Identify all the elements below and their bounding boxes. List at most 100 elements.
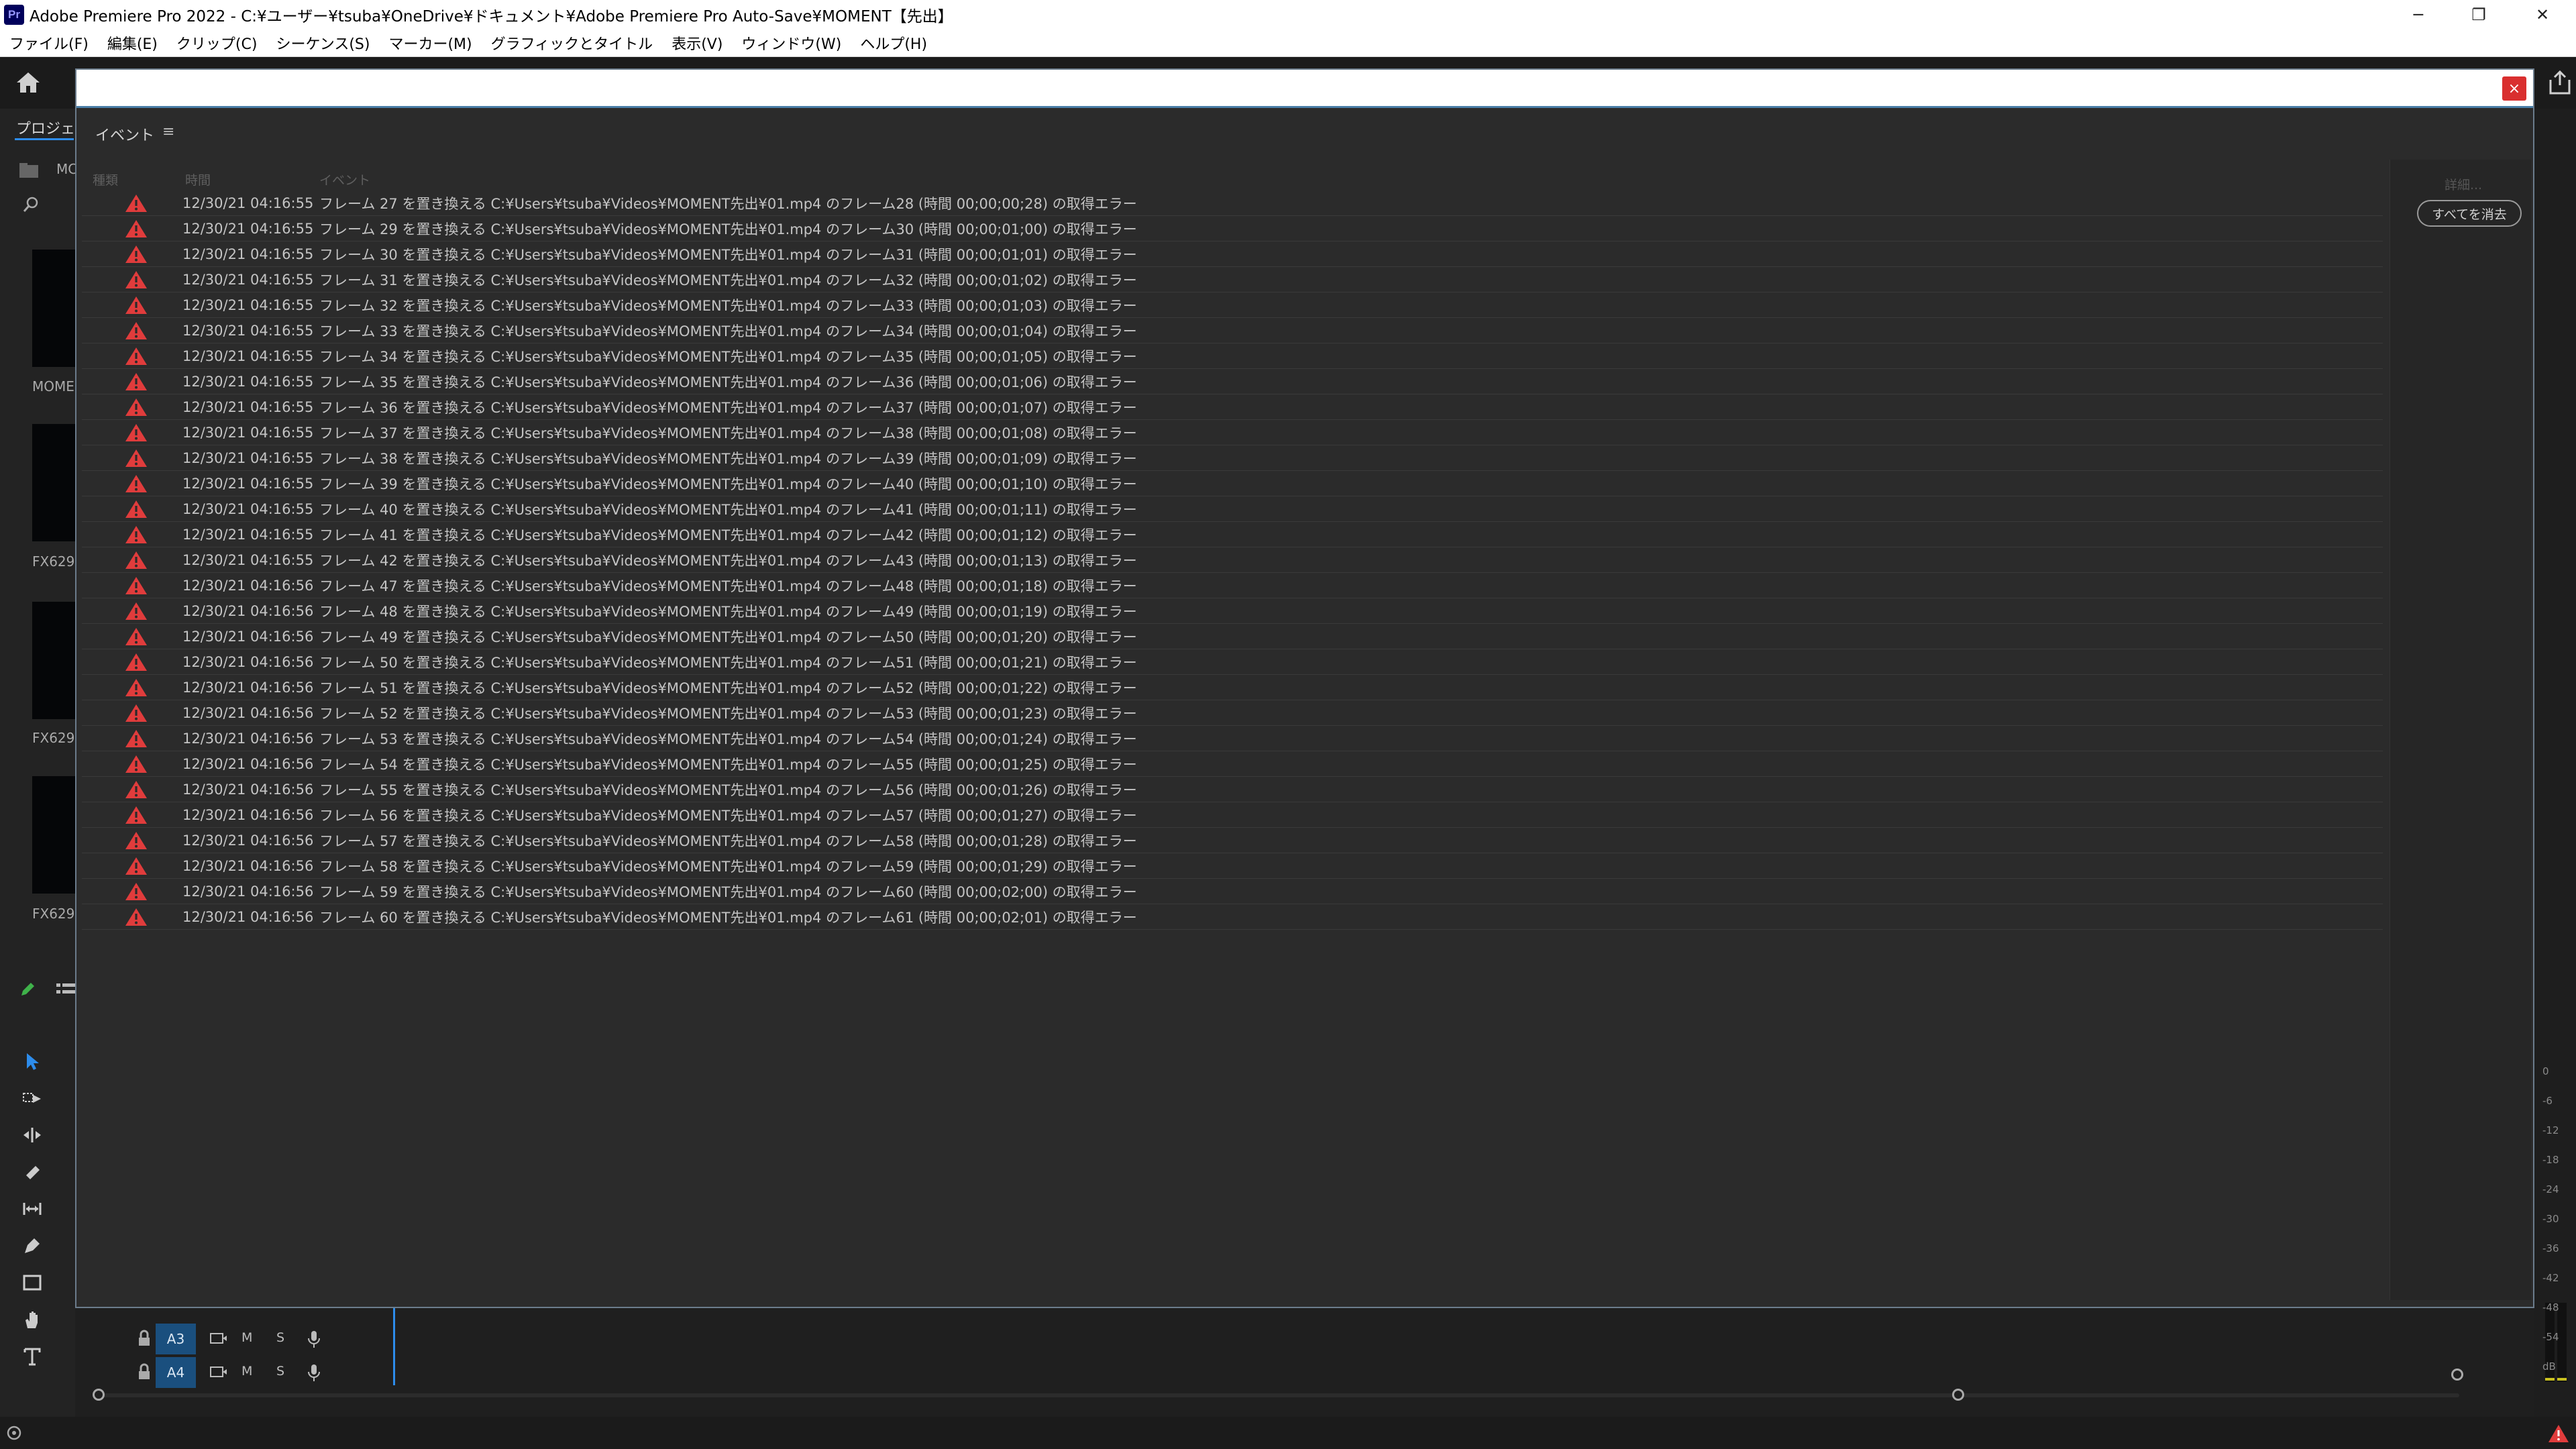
event-row[interactable]: 12/30/21 04:16:56 フレーム 51 を置き換える C:¥Users… [82, 675, 2383, 700]
vertical-zoom-handle[interactable] [2451, 1368, 2463, 1381]
mute-button[interactable]: M [241, 1330, 252, 1345]
event-row[interactable]: 12/30/21 04:16:56 フレーム 54 を置き換える C:¥Users… [82, 751, 2383, 777]
panel-title[interactable]: イベント [95, 123, 154, 145]
project-panel: プロジェ MC MOMEN FX6294 FX6294 FX6293 [0, 109, 85, 1417]
event-row[interactable]: 12/30/21 04:16:55 フレーム 32 を置き換える C:¥Users… [82, 292, 2383, 318]
event-row[interactable]: 12/30/21 04:16:55 フレーム 29 を置き換える C:¥Users… [82, 216, 2383, 241]
menu-item[interactable]: ウィンドウ(W) [732, 32, 851, 54]
event-message: フレーム 60 を置き換える C:¥Users¥tsuba¥Videos¥MOM… [319, 909, 1137, 926]
panel-menu-icon[interactable]: ≡ [162, 123, 174, 140]
event-row[interactable]: 12/30/21 04:16:56 フレーム 59 を置き換える C:¥Users… [82, 879, 2383, 904]
ripple-edit-tool-icon[interactable] [19, 1122, 46, 1148]
clear-all-button[interactable]: すべてを消去 [2417, 200, 2522, 227]
sync-lock-icon[interactable] [209, 1365, 227, 1379]
timeline-scrollbar[interactable] [98, 1393, 2459, 1397]
column-header-event[interactable]: イベント [319, 170, 370, 189]
event-message: フレーム 39 を置き換える C:¥Users¥tsuba¥Videos¥MOM… [319, 476, 1137, 492]
track-id[interactable]: A4 [156, 1357, 196, 1388]
clip-thumbnail[interactable] [32, 250, 75, 367]
minimize-button[interactable]: ─ [2388, 0, 2449, 30]
restore-button[interactable]: ❐ [2449, 0, 2509, 30]
event-row[interactable]: 12/30/21 04:16:56 フレーム 49 を置き換える C:¥Users… [82, 624, 2383, 649]
dialog-titlebar[interactable]: × [76, 70, 2533, 106]
microphone-icon[interactable] [307, 1364, 321, 1383]
track-select-tool-icon[interactable] [19, 1085, 46, 1112]
hand-tool-icon[interactable] [19, 1306, 46, 1333]
clip-thumbnail[interactable] [32, 424, 75, 541]
playhead[interactable] [393, 1308, 395, 1385]
event-row[interactable]: 12/30/21 04:16:56 フレーム 60 を置き換える C:¥Users… [82, 904, 2383, 930]
share-icon[interactable] [2546, 69, 2573, 96]
clip-thumbnail[interactable] [32, 602, 75, 719]
menu-item[interactable]: マーカー(M) [379, 32, 481, 54]
render-status-icon[interactable] [4, 1425, 24, 1441]
event-row[interactable]: 12/30/21 04:16:56 フレーム 52 を置き換える C:¥Users… [82, 700, 2383, 726]
event-row[interactable]: 12/30/21 04:16:56 フレーム 48 を置き換える C:¥Users… [82, 598, 2383, 624]
event-list: 12/30/21 04:16:55 フレーム 27 を置き換える C:¥Users… [82, 191, 2388, 1304]
event-row[interactable]: 12/30/21 04:16:55 フレーム 40 を置き換える C:¥Users… [82, 496, 2383, 522]
razor-tool-icon[interactable] [19, 1159, 46, 1185]
bin-icon[interactable] [19, 162, 39, 178]
event-row[interactable]: 12/30/21 04:16:55 フレーム 33 を置き換える C:¥Users… [82, 318, 2383, 343]
slip-tool-icon[interactable] [19, 1195, 46, 1222]
event-row[interactable]: 12/30/21 04:16:56 フレーム 55 を置き換える C:¥Users… [82, 777, 2383, 802]
event-row[interactable]: 12/30/21 04:16:55 フレーム 35 を置き換える C:¥Users… [82, 369, 2383, 394]
event-row[interactable]: 12/30/21 04:16:56 フレーム 53 を置き換える C:¥Users… [82, 726, 2383, 751]
search-icon[interactable] [23, 196, 40, 213]
solo-button[interactable]: S [276, 1330, 284, 1345]
scroll-handle-left[interactable] [93, 1389, 105, 1401]
pen-tool-icon[interactable] [19, 1232, 46, 1259]
event-row[interactable]: 12/30/21 04:16:55 フレーム 31 を置き換える C:¥Users… [82, 267, 2383, 292]
event-row[interactable]: 12/30/21 04:16:55 フレーム 41 を置き換える C:¥Users… [82, 522, 2383, 547]
track-id[interactable]: A3 [156, 1324, 196, 1354]
menu-item[interactable]: 表示(V) [662, 32, 732, 54]
event-row[interactable]: 12/30/21 04:16:56 フレーム 56 を置き換える C:¥Users… [82, 802, 2383, 828]
event-row[interactable]: 12/30/21 04:16:56 フレーム 47 を置き換える C:¥Users… [82, 573, 2383, 598]
menu-item[interactable]: ファイル(F) [0, 32, 98, 54]
event-row[interactable]: 12/30/21 04:16:56 フレーム 50 を置き換える C:¥Users… [82, 649, 2383, 675]
event-row[interactable]: 12/30/21 04:16:55 フレーム 37 を置き換える C:¥Users… [82, 420, 2383, 445]
window-close-button[interactable]: ✕ [2512, 0, 2573, 30]
solo-button[interactable]: S [276, 1364, 284, 1379]
selection-tool-icon[interactable] [19, 1048, 46, 1075]
clip-thumbnail[interactable] [32, 776, 75, 894]
column-header-time[interactable]: 時間 [185, 170, 211, 189]
event-row[interactable]: 12/30/21 04:16:55 フレーム 39 を置き換える C:¥Users… [82, 471, 2383, 496]
pencil-icon[interactable] [19, 981, 36, 998]
tab-project[interactable]: プロジェ [16, 117, 75, 138]
event-row[interactable]: 12/30/21 04:16:55 フレーム 30 を置き換える C:¥Users… [82, 241, 2383, 267]
event-message: フレーム 42 を置き換える C:¥Users¥tsuba¥Videos¥MOM… [319, 552, 1137, 569]
event-row[interactable]: 12/30/21 04:16:55 フレーム 34 を置き換える C:¥Users… [82, 343, 2383, 369]
warning-icon[interactable] [2548, 1424, 2569, 1444]
mute-button[interactable]: M [241, 1364, 252, 1379]
meter-tick: -48 [2542, 1301, 2559, 1313]
event-row[interactable]: 12/30/21 04:16:55 フレーム 36 を置き換える C:¥Users… [82, 394, 2383, 420]
lock-icon[interactable] [136, 1362, 153, 1383]
list-view-icon[interactable] [56, 982, 75, 997]
window-titlebar: Pr Adobe Premiere Pro 2022 - C:¥ユーザー¥tsu… [0, 0, 2576, 30]
rectangle-tool-icon[interactable] [19, 1269, 46, 1296]
error-icon [125, 551, 147, 569]
event-message: フレーム 57 を置き換える C:¥Users¥tsuba¥Videos¥MOM… [319, 833, 1137, 849]
event-row[interactable]: 12/30/21 04:16:56 フレーム 57 を置き換える C:¥Users… [82, 828, 2383, 853]
microphone-icon[interactable] [307, 1330, 321, 1349]
menu-item[interactable]: シーケンス(S) [266, 32, 379, 54]
menu-item[interactable]: ヘルプ(H) [851, 32, 936, 54]
home-icon[interactable] [15, 70, 42, 95]
event-time: 12/30/21 04:16:56 [182, 857, 314, 874]
scroll-handle-right[interactable] [1952, 1389, 1964, 1401]
event-row[interactable]: 12/30/21 04:16:56 フレーム 58 を置き換える C:¥Users… [82, 853, 2383, 879]
lock-icon[interactable] [136, 1329, 153, 1349]
menu-item[interactable]: グラフィックとタイトル [482, 32, 663, 54]
sync-lock-icon[interactable] [209, 1332, 227, 1345]
menu-item[interactable]: 編集(E) [98, 32, 167, 54]
event-row[interactable]: 12/30/21 04:16:55 フレーム 38 を置き換える C:¥Users… [82, 445, 2383, 471]
column-header-type[interactable]: 種類 [93, 170, 118, 189]
menu-item[interactable]: クリップ(C) [167, 32, 267, 54]
event-row[interactable]: 12/30/21 04:16:55 フレーム 27 を置き換える C:¥Users… [82, 191, 2383, 216]
details-button[interactable]: 詳細... [2420, 172, 2507, 196]
event-time: 12/30/21 04:16:55 [182, 500, 314, 517]
event-row[interactable]: 12/30/21 04:16:55 フレーム 42 を置き換える C:¥Users… [82, 547, 2383, 573]
dialog-close-button[interactable]: × [2502, 76, 2526, 101]
type-tool-icon[interactable] [19, 1343, 46, 1370]
